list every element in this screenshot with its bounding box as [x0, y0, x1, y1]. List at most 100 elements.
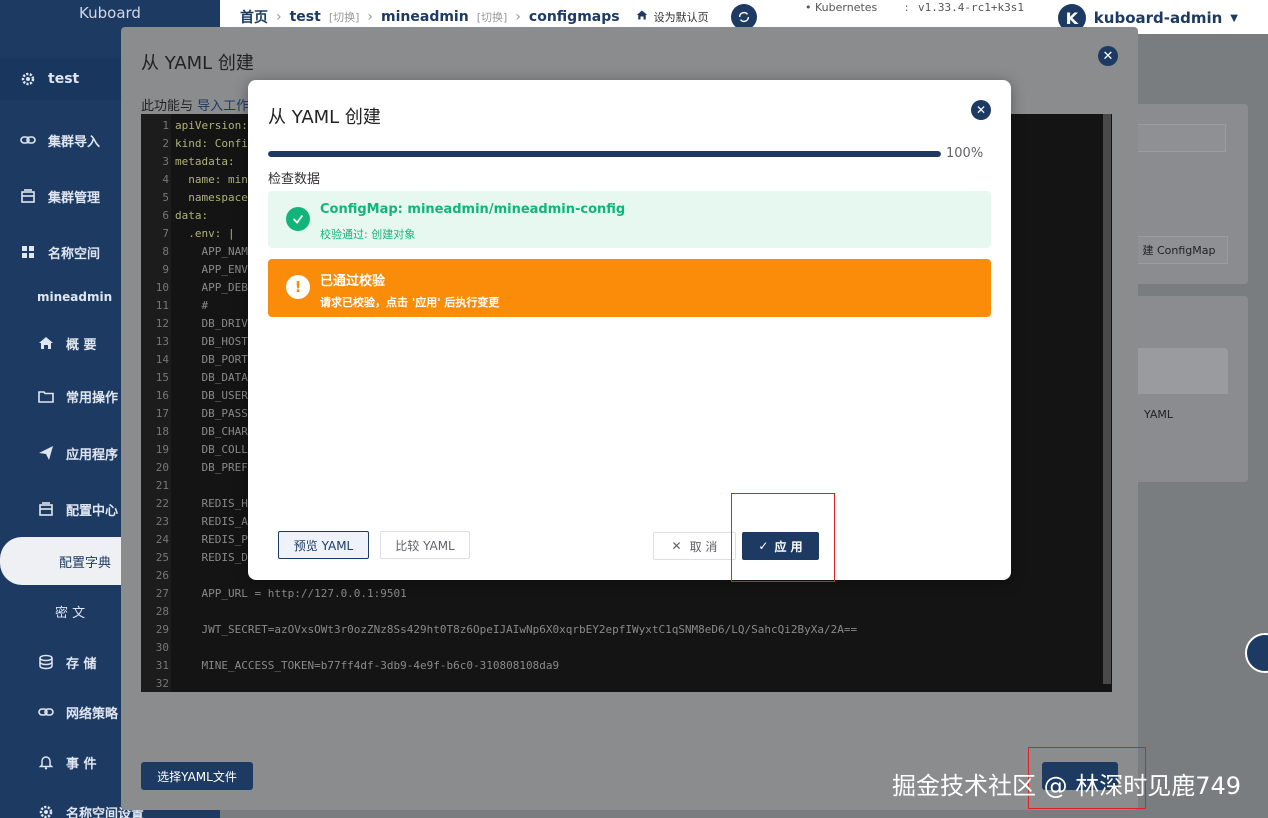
crumb-home[interactable]: 首页	[240, 7, 268, 27]
code-text: #	[175, 299, 209, 312]
line-number: 16	[155, 389, 169, 402]
gear-icon	[38, 804, 54, 818]
line-number: 3	[162, 155, 169, 168]
line-number: 4	[162, 173, 169, 186]
select-yaml-file-button[interactable]: 选择YAML文件	[141, 762, 253, 790]
warning-alert: ! 已通过校验 请求已校验，点击 '应用' 后执行变更	[268, 259, 991, 317]
line-number: 2	[162, 137, 169, 150]
sidebar-item-label: 集群管理	[48, 190, 101, 206]
crumb-switch-cluster[interactable]: [切换]	[329, 9, 360, 25]
crumb-configmaps: configmaps	[528, 9, 620, 25]
user-name: kuboard-admin	[1093, 9, 1223, 27]
code-text: MINE_ACCESS_TOKEN=b77ff4df-3db9-4e9f-b6c…	[175, 659, 560, 672]
close-icon[interactable]: ✕	[971, 100, 991, 120]
progress-text: 100%	[946, 146, 984, 161]
k8s-version: • Kubernetes : v1.33.4-rc1+k3s1	[805, 1, 1024, 14]
line-number: 23	[155, 515, 169, 528]
code-line: 30	[141, 639, 175, 657]
watermark: 掘金技术社区 @ 林深时见鹿749	[892, 772, 1242, 800]
link-icon	[38, 704, 54, 720]
code-line: 3 metadata:	[141, 153, 235, 171]
folder-icon	[38, 388, 54, 404]
sidebar-item-label: 概 要	[66, 337, 97, 353]
warning-detail: 请求已校验，点击 '应用' 后执行变更	[320, 296, 500, 309]
outer-dialog-title: 从 YAML 创建	[141, 53, 254, 74]
exclamation-circle-icon: !	[286, 275, 310, 299]
code-text: APP_URL = http://127.0.0.1:9501	[175, 587, 407, 600]
sidebar-item-label: 配置字典	[59, 555, 112, 571]
line-number: 27	[155, 587, 169, 600]
compare-yaml-button[interactable]: 比较 YAML	[380, 531, 470, 559]
sidebar-item-label: 存 储	[66, 656, 97, 672]
section-label: 检查数据	[268, 172, 321, 187]
line-number: 21	[155, 479, 169, 492]
line-number: 6	[162, 209, 169, 222]
link-icon	[20, 132, 36, 148]
outer-note-link[interactable]: 导入工作	[197, 99, 249, 114]
create-configmap-button[interactable]: 建 ConfigMap	[1130, 236, 1228, 264]
progress-fill	[268, 151, 941, 157]
home-icon	[636, 9, 648, 25]
line-number: 7	[162, 227, 169, 240]
outer-note: 此功能与 导入工作	[141, 95, 249, 114]
home-icon	[38, 335, 54, 351]
code-line: 32	[141, 675, 175, 692]
code-text: metadata:	[175, 155, 235, 168]
line-number: 15	[155, 371, 169, 384]
highlight-box-apply	[731, 493, 835, 582]
line-number: 24	[155, 533, 169, 546]
caret-down-icon: ▼	[1230, 12, 1238, 24]
editor-scrollbar[interactable]	[1103, 114, 1111, 684]
crumb-namespace[interactable]: mineadmin	[381, 9, 469, 25]
app-logo: Kuboard	[79, 4, 141, 22]
code-line: 6 data:	[141, 207, 208, 225]
line-number: 11	[155, 299, 169, 312]
sidebar-item-label: 配置中心	[66, 503, 119, 519]
crumb-cluster[interactable]: test	[290, 9, 321, 25]
sidebar-cluster-label: test	[48, 71, 80, 87]
cabinet-icon	[38, 501, 54, 517]
code-text: data:	[175, 209, 209, 222]
modal-title: 从 YAML 创建	[268, 107, 381, 128]
line-number: 31	[155, 659, 169, 672]
line-number: 10	[155, 281, 169, 294]
code-text: .env: |	[175, 227, 235, 240]
grid-icon	[20, 244, 36, 260]
code-line: 21	[141, 477, 175, 495]
preview-yaml-button[interactable]: 预览 YAML	[278, 531, 369, 559]
crumb-switch-namespace[interactable]: [切换]	[477, 9, 508, 25]
code-text: JWT_SECRET=azOVxsOWt3r0ozZNz8Ss429ht0T8z…	[175, 623, 858, 636]
sidebar-item-label: 网络策略	[66, 706, 119, 722]
yaml-link[interactable]: YAML	[1144, 408, 1173, 421]
code-line: 29 JWT_SECRET=azOVxsOWt3r0ozZNz8Ss429ht0…	[141, 621, 857, 639]
line-number: 9	[162, 263, 169, 276]
line-number: 30	[155, 641, 169, 654]
code-line: 26	[141, 567, 175, 585]
cancel-button[interactable]: ✕ 取 消	[653, 532, 736, 560]
chevron-right-icon: ›	[276, 9, 282, 25]
sidebar-item-label: 应用程序	[66, 447, 119, 463]
version-value: v1.33.4-rc1+k3s1	[918, 1, 1024, 14]
line-number: 8	[162, 245, 169, 258]
line-number: 18	[155, 425, 169, 438]
success-detail: 校验通过: 创建对象	[320, 228, 416, 241]
line-number: 22	[155, 497, 169, 510]
close-icon[interactable]: ✕	[1098, 46, 1118, 66]
check-circle-icon	[286, 207, 310, 231]
database-icon	[38, 654, 54, 670]
line-number: 25	[155, 551, 169, 564]
line-number: 20	[155, 461, 169, 474]
line-number: 17	[155, 407, 169, 420]
warning-title: 已通过校验	[320, 274, 386, 289]
outer-note-text: 此功能与	[141, 99, 194, 114]
filter-input[interactable]	[1130, 124, 1226, 152]
line-number: 32	[155, 677, 169, 690]
line-number: 28	[155, 605, 169, 618]
success-title: ConfigMap: mineadmin/mineadmin-config	[320, 202, 626, 217]
sidebar-item-label: 名称空间	[48, 246, 101, 262]
set-default-link[interactable]: 设为默认页	[654, 9, 709, 25]
gear-icon	[20, 71, 36, 87]
chevron-right-icon: ›	[367, 9, 374, 25]
line-number: 14	[155, 353, 169, 366]
cabinet-icon	[20, 188, 36, 204]
